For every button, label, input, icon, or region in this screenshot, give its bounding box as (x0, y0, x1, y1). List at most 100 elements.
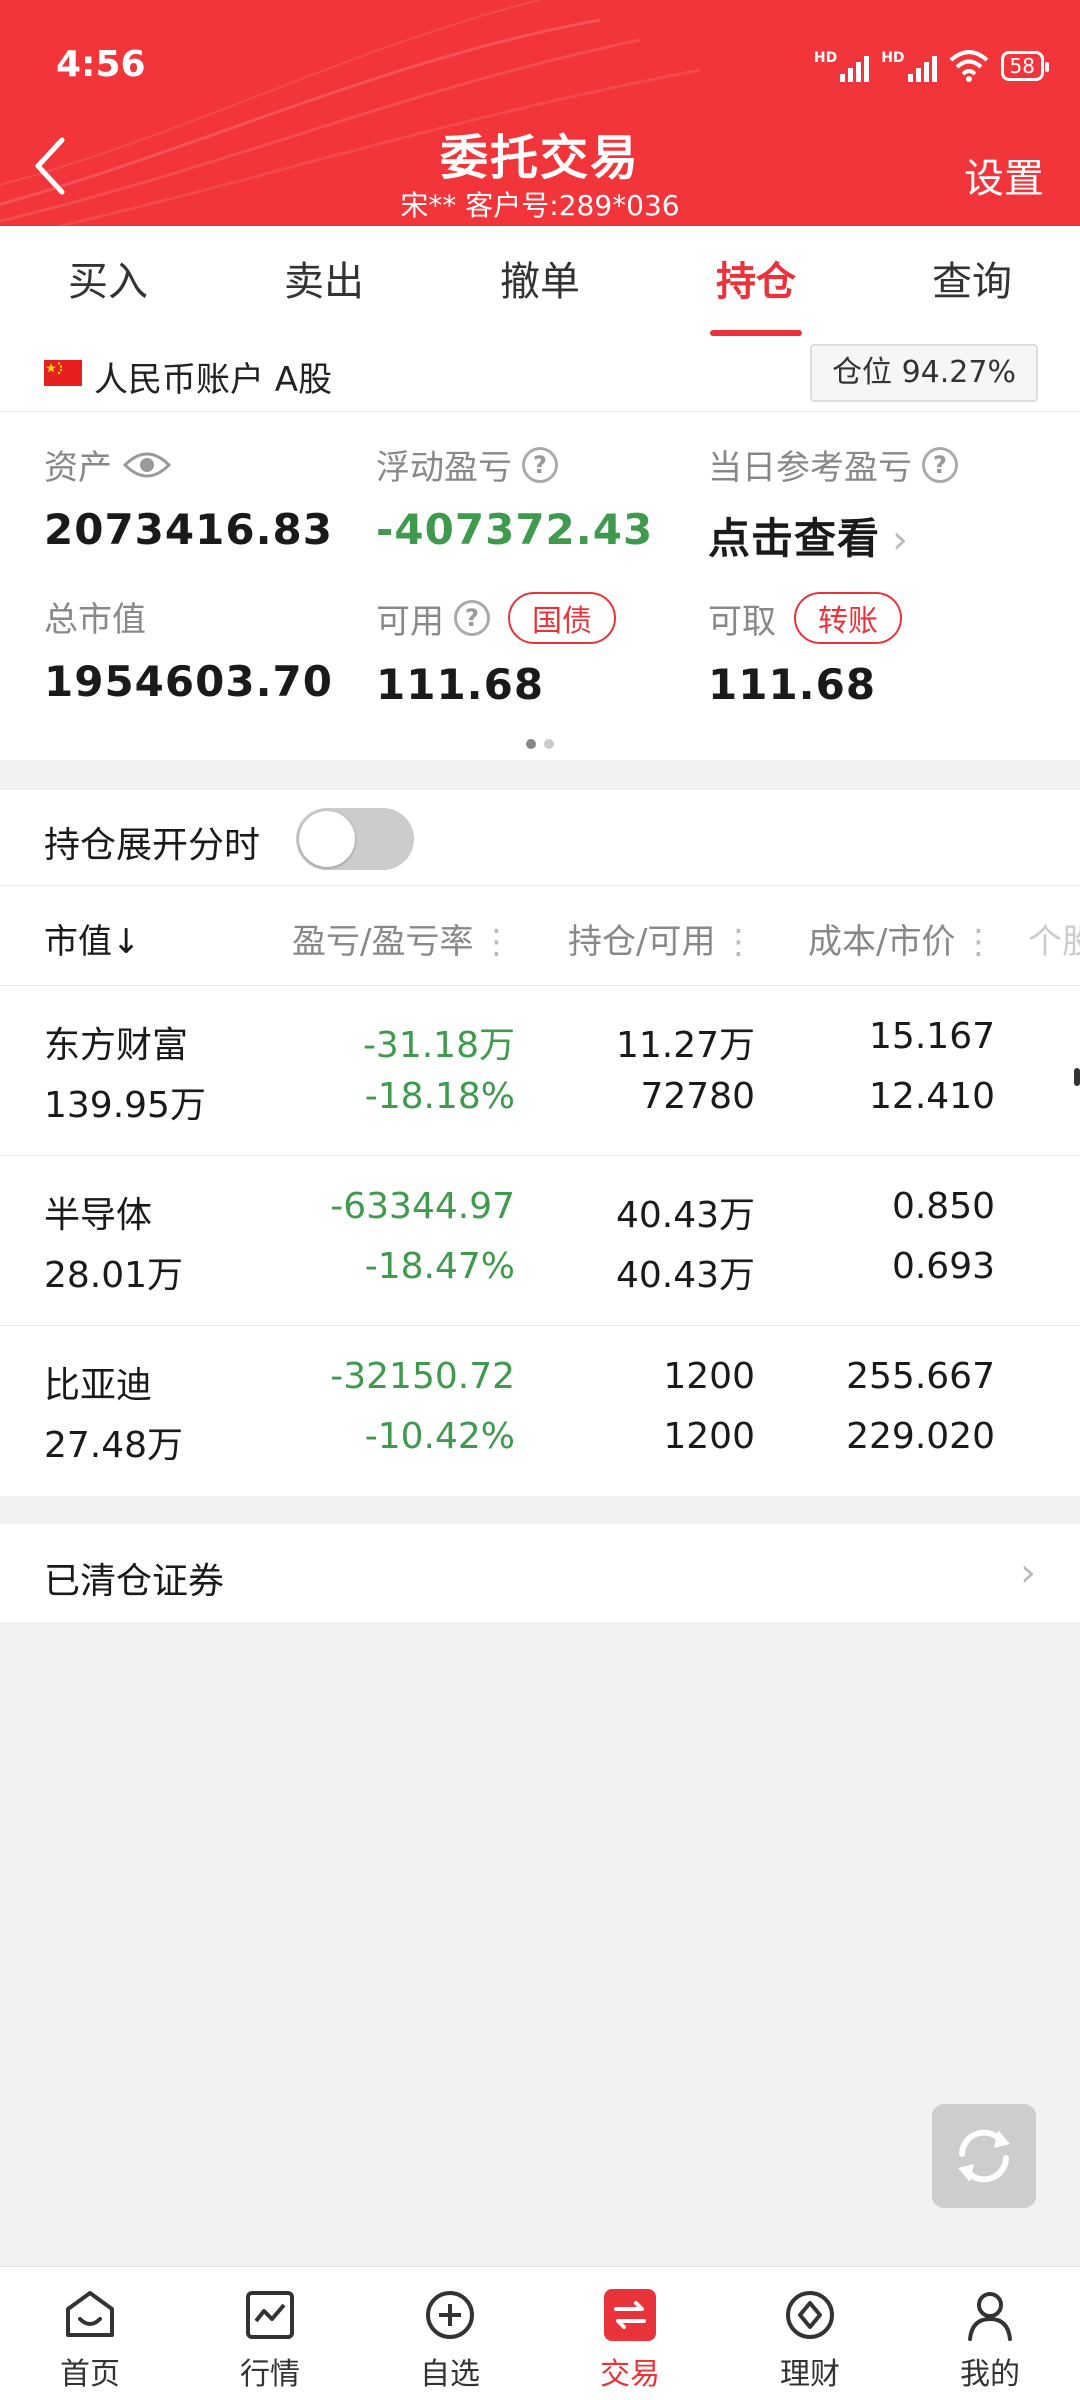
cleared-securities-row[interactable]: 已清仓证券 › (0, 1524, 1080, 1622)
stock-available: 72780 (640, 1076, 755, 1117)
positions-table-header: 市值↓ 盈亏/盈亏率⋮ 持仓/可用⋮ 成本/市价⋮ 个股 (0, 886, 1080, 986)
status-time: 4:56 (56, 44, 146, 85)
nav-market[interactable]: 行情 (180, 2267, 360, 2400)
stock-holding: 40.43万 (615, 1195, 755, 1236)
nav-me[interactable]: 我的 (900, 2267, 1080, 2400)
header-more[interactable]: 个股 (1028, 914, 1080, 963)
account-label[interactable]: 人民币账户 A股 (94, 352, 332, 401)
stock-holding: 1200 (663, 1356, 755, 1397)
float-pl-label: 浮动盈亏 (376, 448, 512, 488)
stock-market-value: 28.01万 (44, 1255, 184, 1296)
stock-pl-rate: -10.42% (364, 1416, 515, 1457)
china-flag-icon (44, 360, 82, 386)
customer-info: 宋** 客户号:289*036 (400, 189, 680, 222)
transfer-button[interactable]: 转账 (794, 592, 902, 644)
stock-market-value: 139.95万 (44, 1085, 206, 1126)
tab-cancel[interactable]: 撤单 (432, 226, 648, 338)
tab-buy[interactable]: 买入 (0, 226, 216, 338)
stock-cost: 255.667 (846, 1356, 995, 1397)
stock-pl: -32150.72 (330, 1356, 515, 1397)
nav-trade-label: 交易 (600, 2357, 660, 2392)
nav-me-label: 我的 (960, 2357, 1020, 2392)
eye-icon[interactable] (122, 449, 172, 481)
settings-button[interactable]: 设置 (964, 146, 1044, 204)
daily-pl-label: 当日参考盈亏 (708, 448, 912, 488)
nav-market-label: 行情 (240, 2357, 300, 2392)
daily-pl-cell: 当日参考盈亏 ? 点击查看 › (708, 440, 958, 566)
tab-positions[interactable]: 持仓 (648, 226, 864, 338)
expand-timeshare-label: 持仓展开分时 (44, 825, 261, 866)
wifi-icon (949, 50, 988, 82)
nav-watchlist[interactable]: 自选 (360, 2267, 540, 2400)
nav-home-label: 首页 (60, 2357, 120, 2392)
daily-pl-view-link[interactable]: 点击查看 › (708, 505, 958, 566)
tab-query[interactable]: 查询 (864, 226, 1080, 338)
table-row[interactable]: 半导体 28.01万 -63344.97 -18.47% 40.43万 40.4… (0, 1156, 1080, 1326)
trading-page: 4:56 HD HD 58 委托交易 宋** 客户号:289*036 设置 买入… (0, 0, 1080, 2400)
treasury-bond-button[interactable]: 国债 (508, 592, 616, 644)
available-cell: 可用 ? 国债 111.68 (376, 592, 616, 709)
stock-available: 1200 (663, 1416, 755, 1457)
assets-label: 资产 (44, 448, 112, 488)
stock-holding: 11.27万 (615, 1025, 755, 1066)
cleared-securities-label: 已清仓证券 (44, 1561, 225, 1602)
chevron-right-icon: › (892, 517, 910, 563)
stock-pl: -63344.97 (330, 1186, 515, 1227)
stock-price: 0.693 (891, 1246, 995, 1287)
daily-pl-value[interactable]: 点击查看 (708, 514, 880, 563)
stock-name: 半导体 (44, 1195, 153, 1236)
stock-price: 12.410 (869, 1076, 995, 1117)
user-icon (968, 2292, 1012, 2341)
scroll-edge-indicator (1074, 1068, 1080, 1086)
battery-icon: 58 (1000, 51, 1050, 81)
assets-value: 2073416.83 (44, 505, 333, 554)
page-title: 委托交易 (439, 130, 640, 186)
stock-market-value: 27.48万 (44, 1425, 184, 1466)
hd-label-2: HD (881, 50, 905, 66)
stock-name: 东方财富 (44, 1025, 189, 1066)
hd-label: HD (813, 50, 838, 66)
table-row[interactable]: 东方财富 139.95万 -31.18万 -18.18% 11.27万 7278… (0, 986, 1080, 1156)
signal-icon-2: HD (881, 50, 937, 82)
home-icon (66, 2291, 114, 2337)
available-label: 可用 (376, 601, 444, 642)
market-value-cell: 总市值 1954603.70 (44, 592, 333, 706)
help-icon[interactable]: ? (522, 446, 558, 483)
nav-home[interactable]: 首页 (0, 2267, 180, 2400)
table-row[interactable]: 比亚迪 27.48万 -32150.72 -10.42% 1200 1200 2… (0, 1326, 1080, 1496)
stock-cost: 0.850 (891, 1186, 995, 1227)
stock-available: 40.43万 (615, 1255, 755, 1296)
position-ratio-badge: 仓位 94.27% (810, 344, 1038, 402)
stock-pl-rate: -18.47% (364, 1246, 515, 1287)
float-pl-cell: 浮动盈亏 ? -407372.43 (376, 440, 653, 554)
tab-sell[interactable]: 卖出 (216, 226, 432, 338)
header-holding[interactable]: 持仓/可用 ⋮ (568, 914, 755, 963)
account-row: 人民币账户 A股 仓位 94.27% (0, 338, 1080, 412)
positions-list: 东方财富 139.95万 -31.18万 -18.18% 11.27万 7278… (0, 986, 1080, 1496)
assets-panel: 资产 2073416.83 浮动盈亏 ? -407372.43 当日参考盈亏 ?… (0, 412, 1080, 760)
withdrawable-label: 可取 (708, 601, 776, 642)
header-market-value[interactable]: 市值↓ (44, 914, 141, 963)
nav-trade[interactable]: 交易 (540, 2267, 720, 2400)
header-cost[interactable]: 成本/市价 ⋮ (808, 914, 995, 963)
available-value: 111.68 (376, 660, 545, 709)
help-icon[interactable]: ? (454, 600, 490, 636)
nav-finance-label: 理财 (780, 2357, 840, 2392)
stock-name: 比亚迪 (44, 1365, 153, 1406)
assets-cell: 资产 2073416.83 (44, 440, 333, 554)
refresh-button[interactable] (932, 2104, 1036, 2208)
nav-finance[interactable]: 理财 (720, 2267, 900, 2400)
chart-icon (246, 2291, 294, 2339)
expand-timeshare-toggle[interactable] (296, 808, 414, 870)
stock-pl-rate: -18.18% (364, 1076, 515, 1117)
stock-price: 229.020 (846, 1416, 995, 1457)
header: 4:56 HD HD 58 委托交易 宋** 客户号:289*036 设置 (0, 0, 1080, 226)
withdrawable-cell: 可取 转账 111.68 (708, 592, 902, 709)
help-icon[interactable]: ? (922, 446, 958, 483)
withdrawable-value: 111.68 (708, 660, 877, 709)
page-indicator (0, 734, 1080, 753)
stock-cost: 15.167 (869, 1016, 995, 1057)
header-pl[interactable]: 盈亏/盈亏率 ⋮ (292, 914, 513, 963)
add-circle-icon (426, 2291, 474, 2339)
trade-tabs: 买入 卖出 撤单 持仓 查询 (0, 226, 1080, 338)
